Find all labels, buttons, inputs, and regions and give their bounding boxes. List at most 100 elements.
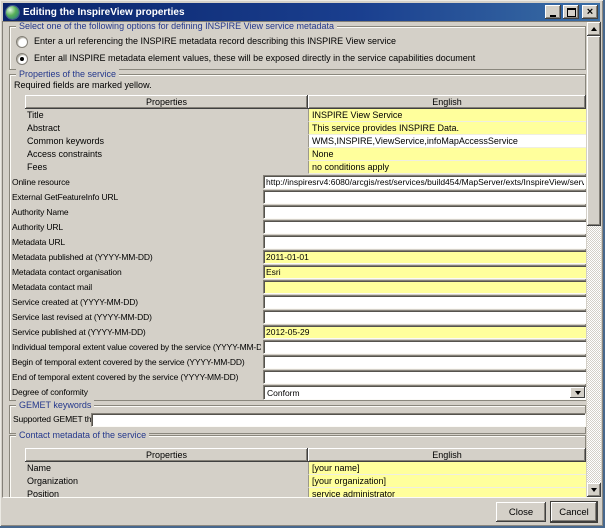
radio-url-metadata-label[interactable]: Enter a url referencing the INSPIRE meta… [34, 35, 396, 48]
service-created-label: Service created at (YYYY-MM-DD) [12, 296, 261, 309]
online-resource-label: Online resource [12, 176, 261, 189]
fees-value-cell[interactable]: no conditions apply [308, 161, 586, 174]
globe-icon [6, 6, 19, 19]
row-label-title: Title [27, 109, 44, 122]
column-header-english[interactable]: English [308, 95, 586, 109]
row-label-name: Name [27, 462, 51, 475]
vertical-scrollbar[interactable] [587, 22, 601, 497]
column-header-properties[interactable]: Properties [25, 95, 308, 109]
authority-url-label: Authority URL [12, 221, 261, 234]
end-temporal-extent-label: End of temporal extent covered by the se… [12, 371, 261, 384]
form-row-service-last-revised: Service last revised at (YYYY-MM-DD) [11, 310, 586, 325]
maximize-icon [567, 8, 576, 17]
screen: Editing the InspireView properties × Sel… [0, 0, 605, 528]
authority-url-input[interactable] [263, 220, 586, 234]
begin-temporal-extent-input[interactable] [263, 355, 586, 369]
scroll-down-button[interactable] [587, 483, 601, 497]
radio-all-metadata-values[interactable] [16, 53, 28, 65]
form-row-metadata-contact-mail: Metadata contact mail [11, 280, 586, 295]
window-title: Editing the InspireView properties [23, 7, 185, 18]
close-button[interactable]: Close [496, 502, 546, 522]
row-label-access-constraints: Access constraints [27, 148, 102, 161]
combo-dropdown-button[interactable] [570, 387, 585, 398]
title-value-cell[interactable]: INSPIRE View Service [308, 109, 586, 122]
form-row-metadata-url: Metadata URL [11, 235, 586, 250]
form-row-degree-of-conformity: Degree of conformity Conform [11, 385, 586, 400]
titlebar[interactable]: Editing the InspireView properties × [3, 3, 600, 21]
row-label-abstract: Abstract [27, 122, 60, 135]
properties-table-header: Properties English [25, 95, 586, 109]
maximize-button[interactable] [563, 5, 579, 19]
degree-of-conformity-value: Conform [267, 387, 300, 399]
radio-all-metadata-values-label[interactable]: Enter all INSPIRE metadata element value… [34, 52, 475, 65]
contact-column-header-properties[interactable]: Properties [25, 448, 308, 462]
authority-name-input[interactable] [263, 205, 586, 219]
window-controls: × [543, 5, 598, 19]
table-row-name: Name [your name] [25, 462, 586, 475]
individual-temporal-extent-input[interactable] [263, 340, 586, 354]
dialog-window: Editing the InspireView properties × Sel… [0, 0, 603, 526]
form-row-metadata-contact-organisation: Metadata contact organisation [11, 265, 586, 280]
access-constraints-value-cell[interactable]: None [308, 148, 586, 161]
minimize-button[interactable] [545, 5, 561, 19]
row-label-organization: Organization [27, 475, 78, 488]
begin-temporal-extent-label: Begin of temporal extent covered by the … [12, 356, 261, 369]
row-label-common-keywords: Common keywords [27, 135, 104, 148]
position-value-cell[interactable]: service administrator [308, 488, 586, 497]
external-getfeatureinfo-url-input[interactable] [263, 190, 586, 204]
form-row-authority-name: Authority Name [11, 205, 586, 220]
metadata-url-input[interactable] [263, 235, 586, 249]
close-icon: × [587, 7, 593, 17]
service-created-input[interactable] [263, 295, 586, 309]
chevron-down-icon [575, 391, 581, 395]
form-row-end-temporal-extent: End of temporal extent covered by the se… [11, 370, 586, 385]
table-row-access-constraints: Access constraints None [25, 148, 586, 161]
row-label-position: Position [27, 488, 59, 497]
required-fields-note: Required fields are marked yellow. [14, 80, 152, 90]
authority-name-label: Authority Name [12, 206, 261, 219]
properties-group: Properties of the service Required field… [9, 74, 586, 401]
metadata-published-input[interactable] [263, 250, 586, 264]
form-row-individual-temporal-extent: Individual temporal extent value covered… [11, 340, 586, 355]
service-last-revised-input[interactable] [263, 310, 586, 324]
metadata-contact-organisation-label: Metadata contact organisation [12, 266, 261, 279]
abstract-value-cell[interactable]: This service provides INSPIRE Data. [308, 122, 586, 135]
degree-of-conformity-select[interactable]: Conform [263, 385, 586, 400]
metadata-contact-mail-input[interactable] [263, 280, 586, 294]
degree-of-conformity-label: Degree of conformity [12, 386, 261, 399]
common-keywords-value-cell[interactable]: WMS,INSPIRE,ViewService,infoMapAccessSer… [308, 135, 586, 148]
online-resource-input[interactable] [263, 175, 586, 189]
individual-temporal-extent-label: Individual temporal extent value covered… [12, 341, 261, 354]
form-row-external-getfeatureinfo-url: External GetFeatureInfo URL [11, 190, 586, 205]
radio-url-metadata[interactable] [16, 36, 28, 48]
end-temporal-extent-input[interactable] [263, 370, 586, 384]
cancel-button[interactable]: Cancel [551, 502, 597, 522]
table-row-organization: Organization [your organization] [25, 475, 586, 488]
row-label-fees: Fees [27, 161, 47, 174]
contact-table-header: Properties English [25, 448, 586, 462]
scroll-pane: Select one of the following options for … [2, 21, 601, 498]
supported-gemet-themes-input[interactable] [91, 413, 586, 427]
metadata-published-label: Metadata published at (YYYY-MM-DD) [12, 251, 261, 264]
table-row-title: Title INSPIRE View Service [25, 109, 586, 122]
properties-group-title: Properties of the service [16, 69, 119, 80]
organization-value-cell[interactable]: [your organization] [308, 475, 586, 488]
metadata-contact-mail-label: Metadata contact mail [12, 281, 261, 294]
metadata-url-label: Metadata URL [12, 236, 261, 249]
arrow-down-icon [591, 488, 597, 492]
form-row-service-created: Service created at (YYYY-MM-DD) [11, 295, 586, 310]
scrollbar-thumb[interactable] [587, 36, 601, 226]
table-row-common-keywords: Common keywords WMS,INSPIRE,ViewService,… [25, 135, 586, 148]
form-row-begin-temporal-extent: Begin of temporal extent covered by the … [11, 355, 586, 370]
close-window-button[interactable]: × [582, 5, 598, 19]
metadata-contact-organisation-input[interactable] [263, 265, 586, 279]
options-group-title: Select one of the following options for … [16, 22, 337, 32]
form-row-online-resource: Online resource [11, 175, 586, 190]
service-published-input[interactable] [263, 325, 586, 339]
scroll-up-button[interactable] [587, 22, 601, 36]
table-row-position: Position service administrator [25, 488, 586, 497]
contact-column-header-english[interactable]: English [308, 448, 586, 462]
name-value-cell[interactable]: [your name] [308, 462, 586, 475]
service-last-revised-label: Service last revised at (YYYY-MM-DD) [12, 311, 261, 324]
form-row-service-published: Service published at (YYYY-MM-DD) [11, 325, 586, 340]
